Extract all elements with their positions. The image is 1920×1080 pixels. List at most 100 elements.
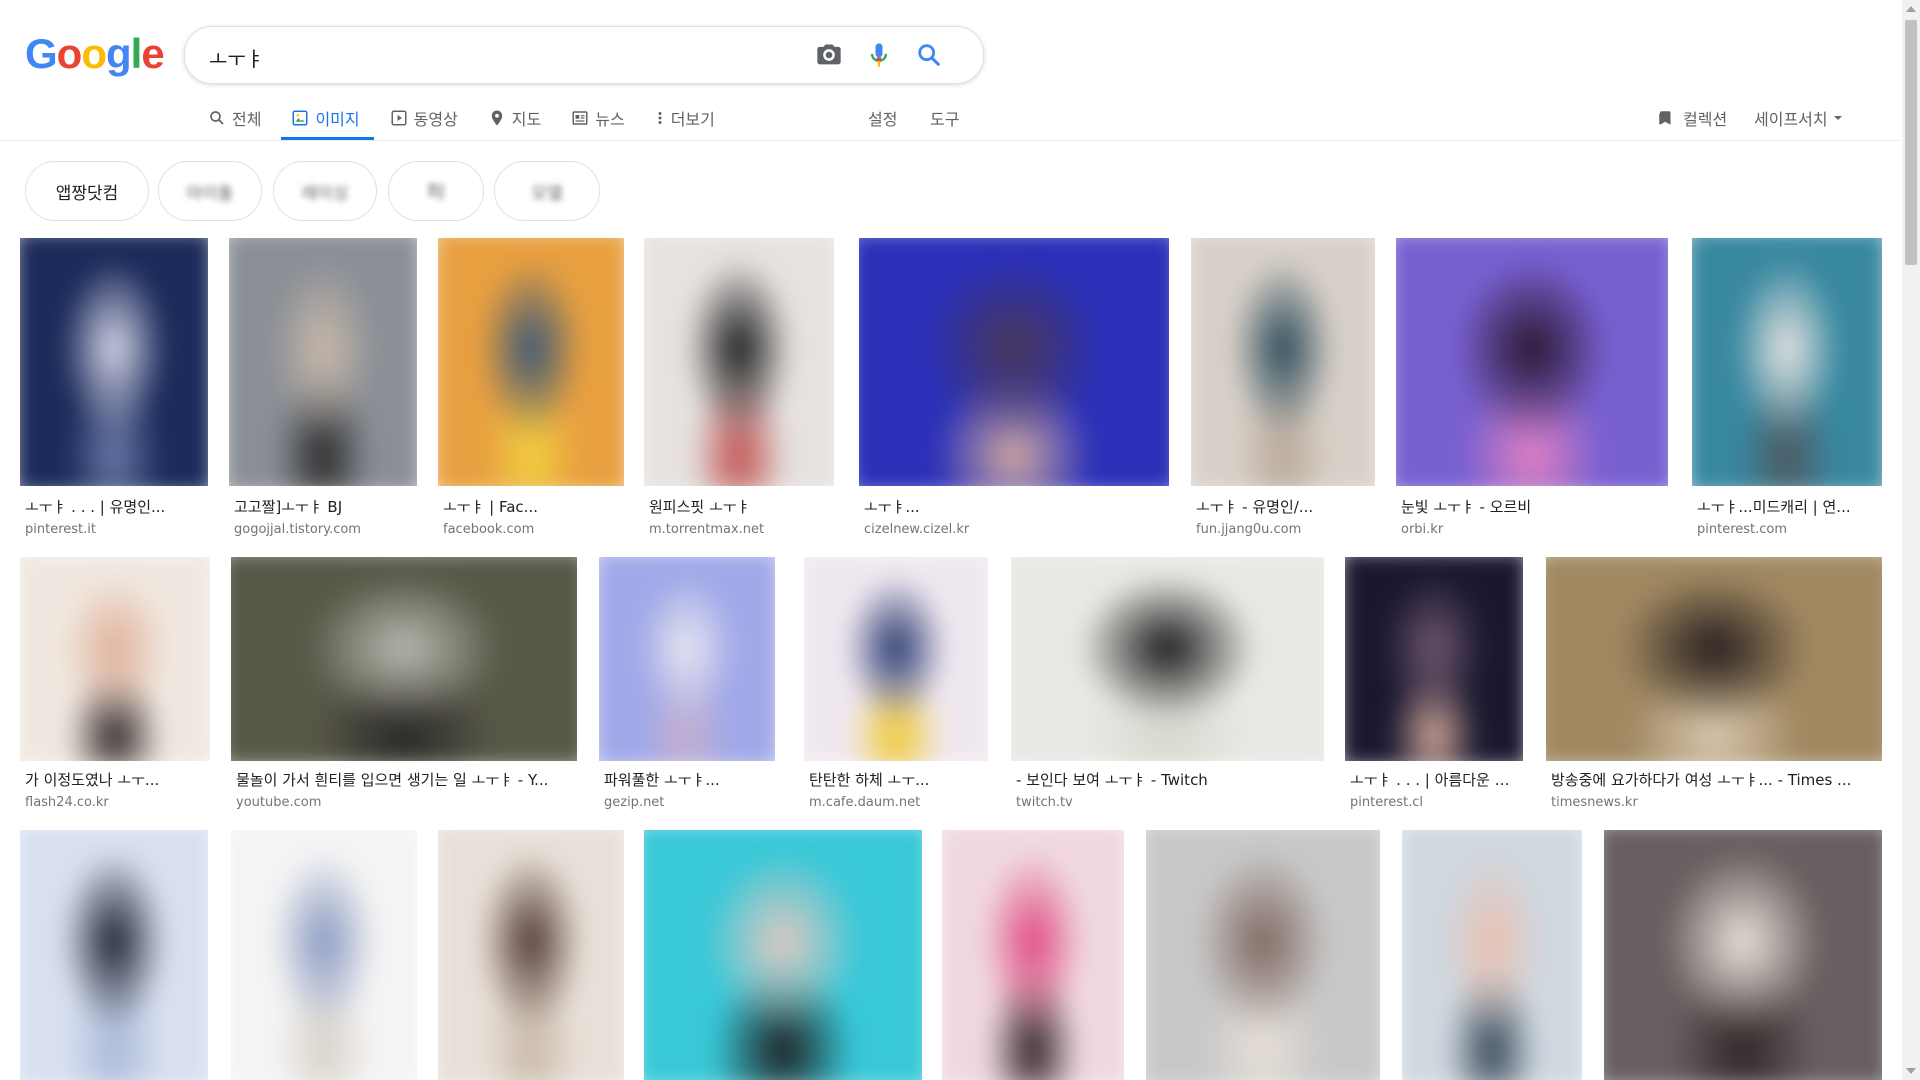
- tab-images[interactable]: 이미지: [281, 98, 374, 140]
- result-thumbnail[interactable]: [1546, 557, 1882, 761]
- settings-link[interactable]: 설정: [868, 98, 897, 138]
- result-thumbnail[interactable]: [438, 238, 624, 486]
- image-result[interactable]: 가 이정도였나 ㅗㅜ... flash24.co.kr: [20, 557, 210, 815]
- image-result[interactable]: ㅗㅜㅑ | Fac... facebook.com: [438, 238, 624, 543]
- image-result[interactable]: [20, 830, 208, 1080]
- image-result[interactable]: 파워풀한 ㅗㅜㅑ... gezip.net: [599, 557, 775, 815]
- image-result[interactable]: 탄탄한 하체 ㅗㅜ... m.cafe.daum.net: [804, 557, 988, 815]
- result-caption[interactable]: 물놀이 가서 흰티를 입으면 생기는 일 ㅗㅜㅑ - Y...: [236, 769, 572, 790]
- image-result[interactable]: ㅗㅜㅑ - 유명인/... fun.jjang0u.com: [1191, 238, 1375, 543]
- result-thumbnail[interactable]: [229, 238, 417, 486]
- image-result[interactable]: [1604, 830, 1882, 1080]
- result-source[interactable]: m.cafe.daum.net: [809, 795, 920, 810]
- image-result[interactable]: [644, 830, 922, 1080]
- result-thumbnail[interactable]: [20, 238, 208, 486]
- chip-suggestion[interactable]: 앱짱닷컴: [25, 161, 149, 221]
- result-source[interactable]: m.torrentmax.net: [649, 522, 764, 537]
- collections-link[interactable]: 컬렉션: [1657, 98, 1727, 138]
- image-result[interactable]: [942, 830, 1124, 1080]
- result-thumbnail[interactable]: [1396, 238, 1668, 486]
- image-result[interactable]: ㅗㅜㅑ . . . | 아름다운 여... pinterest.cl: [1345, 557, 1523, 815]
- chip-suggestion[interactable]: 아이돌: [158, 161, 262, 221]
- result-source[interactable]: pinterest.cl: [1350, 795, 1423, 810]
- chip-suggestion[interactable]: 모델: [494, 161, 600, 221]
- tab-news[interactable]: 뉴스: [571, 98, 625, 138]
- image-result[interactable]: 물놀이 가서 흰티를 입으면 생기는 일 ㅗㅜㅑ - Y... youtube.…: [231, 557, 577, 815]
- result-caption[interactable]: ㅗㅜㅑ . . . | 유명인...: [25, 496, 203, 517]
- tab-all[interactable]: 전체: [208, 98, 261, 138]
- image-result[interactable]: ㅗㅜㅑ...미드캐리 | 연... pinterest.com: [1692, 238, 1882, 543]
- result-caption[interactable]: 탄탄한 하체 ㅗㅜ...: [809, 769, 983, 790]
- result-caption[interactable]: ㅗㅜㅑ - 유명인/...: [1196, 496, 1370, 517]
- result-caption[interactable]: ㅗㅜㅑ | Fac...: [443, 496, 619, 517]
- google-logo[interactable]: Google: [25, 30, 165, 78]
- result-caption[interactable]: ㅗㅜㅑ...미드캐리 | 연...: [1697, 496, 1877, 517]
- search-icon[interactable]: [915, 41, 943, 69]
- image-result[interactable]: ㅗㅜㅑ . . . | 유명인... pinterest.it: [20, 238, 208, 543]
- result-caption[interactable]: 고고짤]ㅗㅜㅑ BJ: [234, 496, 412, 517]
- result-thumbnail[interactable]: [1402, 830, 1582, 1080]
- scroll-up-arrow[interactable]: [1906, 6, 1916, 12]
- image-result[interactable]: [438, 830, 624, 1080]
- result-caption[interactable]: - 보인다 보여 ㅗㅜㅑ - Twitch: [1016, 769, 1319, 790]
- result-thumbnail[interactable]: [231, 557, 577, 761]
- result-source[interactable]: gezip.net: [604, 795, 664, 810]
- tab-maps[interactable]: 지도: [488, 98, 541, 138]
- result-thumbnail[interactable]: [859, 238, 1169, 486]
- result-source[interactable]: gogojjal.tistory.com: [234, 522, 361, 537]
- result-caption[interactable]: 눈빛 ㅗㅜㅑ - 오르비: [1401, 496, 1663, 517]
- result-caption[interactable]: 파워풀한 ㅗㅜㅑ...: [604, 769, 770, 790]
- camera-icon[interactable]: [815, 41, 843, 69]
- result-thumbnail[interactable]: [644, 830, 922, 1080]
- image-result[interactable]: 눈빛 ㅗㅜㅑ - 오르비 orbi.kr: [1396, 238, 1668, 543]
- result-source[interactable]: flash24.co.kr: [25, 795, 109, 810]
- tab-more[interactable]: 더보기: [655, 98, 715, 138]
- result-source[interactable]: twitch.tv: [1016, 795, 1073, 810]
- result-source[interactable]: timesnews.kr: [1551, 795, 1638, 810]
- tab-videos[interactable]: 동영상: [390, 98, 458, 138]
- result-source[interactable]: youtube.com: [236, 795, 321, 810]
- result-caption[interactable]: 가 이정도였나 ㅗㅜ...: [25, 769, 205, 790]
- image-result[interactable]: 고고짤]ㅗㅜㅑ BJ gogojjal.tistory.com: [229, 238, 417, 543]
- result-caption[interactable]: ㅗㅜㅑ...: [864, 496, 1164, 517]
- search-input[interactable]: ㅗㅜㅑ: [209, 43, 264, 72]
- result-thumbnail[interactable]: [438, 830, 624, 1080]
- result-thumbnail[interactable]: [20, 830, 208, 1080]
- image-result[interactable]: ㅗㅜㅑ... cizelnew.cizel.kr: [859, 238, 1169, 543]
- result-caption[interactable]: 원피스핏 ㅗㅜㅑ: [649, 496, 829, 517]
- result-thumbnail[interactable]: [942, 830, 1124, 1080]
- image-result[interactable]: [1146, 830, 1380, 1080]
- image-result[interactable]: - 보인다 보여 ㅗㅜㅑ - Twitch twitch.tv: [1011, 557, 1324, 815]
- result-thumbnail[interactable]: [231, 830, 417, 1080]
- result-source[interactable]: fun.jjang0u.com: [1196, 522, 1301, 537]
- search-box[interactable]: ㅗㅜㅑ: [184, 26, 984, 84]
- result-thumbnail[interactable]: [599, 557, 775, 761]
- image-result[interactable]: 방송중에 요가하다가 여성 ㅗㅜㅑ... - Times ... timesne…: [1546, 557, 1882, 815]
- scroll-down-arrow[interactable]: [1906, 1068, 1916, 1074]
- result-thumbnail[interactable]: [1692, 238, 1882, 486]
- result-thumbnail[interactable]: [1604, 830, 1882, 1080]
- result-caption[interactable]: ㅗㅜㅑ . . . | 아름다운 여...: [1350, 769, 1518, 790]
- scrollbar-thumb[interactable]: [1905, 20, 1917, 265]
- image-result[interactable]: [1402, 830, 1582, 1080]
- safesearch-dropdown[interactable]: 세이프서치: [1754, 98, 1844, 138]
- microphone-icon[interactable]: [865, 41, 893, 69]
- result-thumbnail[interactable]: [1011, 557, 1324, 761]
- image-result[interactable]: 원피스핏 ㅗㅜㅑ m.torrentmax.net: [644, 238, 834, 543]
- image-result[interactable]: [231, 830, 417, 1080]
- result-thumbnail[interactable]: [1345, 557, 1523, 761]
- result-source[interactable]: cizelnew.cizel.kr: [864, 522, 969, 537]
- page-scrollbar[interactable]: [1902, 0, 1920, 1080]
- result-source[interactable]: orbi.kr: [1401, 522, 1443, 537]
- result-thumbnail[interactable]: [644, 238, 834, 486]
- result-source[interactable]: facebook.com: [443, 522, 534, 537]
- result-thumbnail[interactable]: [20, 557, 210, 761]
- result-source[interactable]: pinterest.it: [25, 522, 96, 537]
- chip-suggestion[interactable]: 레이싱: [273, 161, 377, 221]
- tools-link[interactable]: 도구: [930, 98, 959, 138]
- result-thumbnail[interactable]: [804, 557, 988, 761]
- result-source[interactable]: pinterest.com: [1697, 522, 1787, 537]
- result-thumbnail[interactable]: [1146, 830, 1380, 1080]
- chip-suggestion[interactable]: BJ: [388, 161, 484, 221]
- result-thumbnail[interactable]: [1191, 238, 1375, 486]
